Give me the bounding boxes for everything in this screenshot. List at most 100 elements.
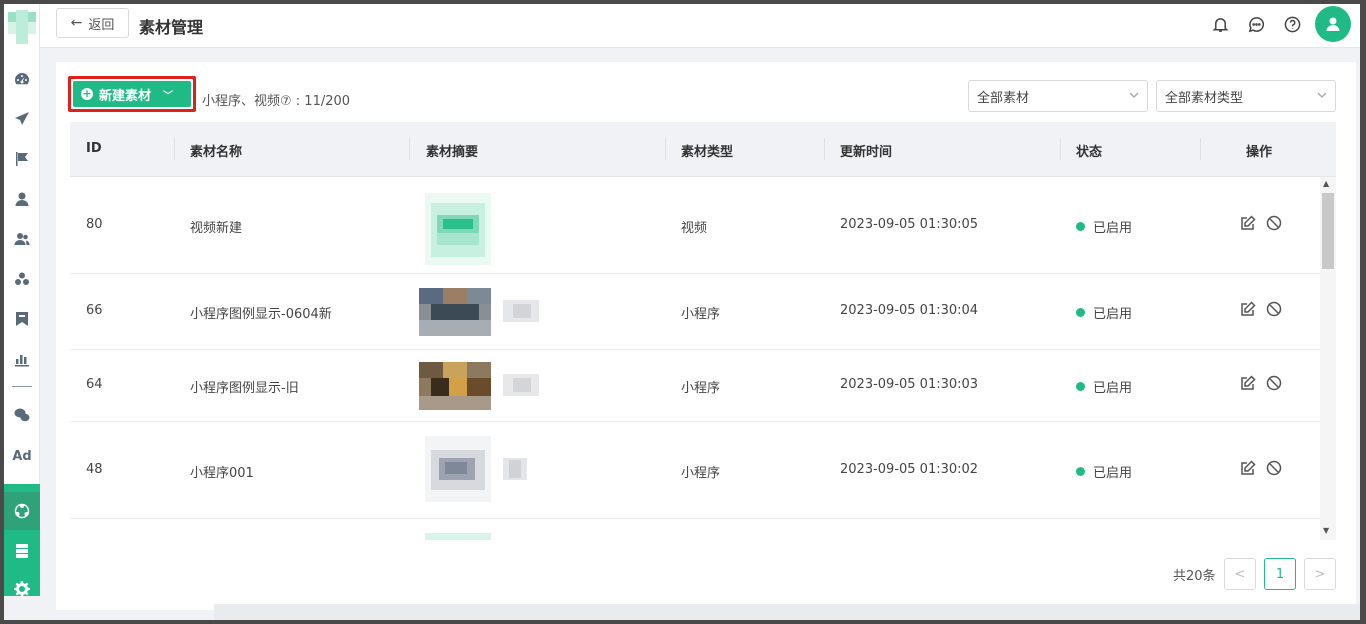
bar-chart-icon[interactable] <box>4 347 40 371</box>
edit-icon[interactable] <box>1240 215 1256 235</box>
flag-icon[interactable] <box>4 147 40 171</box>
cell-updated: 2023-09-05 01:30:05 <box>840 217 979 232</box>
status-dot <box>1076 467 1085 476</box>
next-page-button[interactable]: > <box>1304 558 1336 590</box>
column-header-actions: 操作 <box>1246 145 1273 160</box>
cell-id: 48 <box>86 462 103 477</box>
send-icon[interactable] <box>4 107 40 131</box>
arrow-left-icon: ← <box>70 15 83 31</box>
server-icon[interactable] <box>4 540 40 562</box>
top-header: ← 返回 素材管理 <box>40 4 1360 48</box>
scroll-up-icon[interactable]: ▲ <box>1323 179 1329 188</box>
status-badge: 已启用 <box>1076 462 1132 481</box>
table-row: 80 视频新建 视频 2023-09-05 01:30:05 已启用 <box>70 177 1320 274</box>
prev-page-button[interactable]: < <box>1224 558 1256 590</box>
table-header: ID 素材名称 素材摘要 素材类型 更新时间 状态 操作 <box>70 122 1336 177</box>
pagination-total: 共20条 <box>1173 569 1216 584</box>
cell-updated: 2023-09-05 01:30:03 <box>840 377 979 392</box>
status-label: 已启用 <box>1093 307 1133 322</box>
content-card: + 新建素材 ﹀ 小程序、视频⑦ : 11/200 全部素材 全部素材类型 ID… <box>56 62 1356 610</box>
status-badge: 已启用 <box>1076 217 1132 236</box>
page-title: 素材管理 <box>139 18 204 37</box>
bottom-strip <box>214 604 1360 620</box>
video-thumbnail[interactable] <box>425 193 491 265</box>
row-actions <box>1240 301 1282 321</box>
cell-name: 视频新建 <box>190 221 243 236</box>
status-label: 已启用 <box>1093 466 1133 481</box>
materials-table: ID 素材名称 素材摘要 素材类型 更新时间 状态 操作 80 视频新建 视频 … <box>70 122 1336 540</box>
share-circle-icon[interactable] <box>4 492 40 530</box>
ad-icon[interactable]: Ad <box>4 444 40 468</box>
group-icon[interactable] <box>4 267 40 291</box>
row-actions <box>1240 215 1282 235</box>
miniprogram-thumbnail[interactable] <box>425 436 543 502</box>
page-button-current[interactable]: 1 <box>1264 558 1296 590</box>
status-badge: 已启用 <box>1076 377 1132 396</box>
column-header-name[interactable]: 素材名称 <box>190 141 242 160</box>
table-row: 48 小程序001 小程序 2023-09-05 01:30:02 已启用 <box>70 422 1320 519</box>
cell-id: 66 <box>86 303 103 318</box>
new-material-button[interactable]: + 新建素材 ﹀ <box>73 81 191 107</box>
scroll-down-icon[interactable]: ▼ <box>1323 526 1329 535</box>
edit-icon[interactable] <box>1240 301 1256 321</box>
edit-icon[interactable] <box>1240 375 1256 395</box>
material-filter-select[interactable]: 全部素材 <box>968 80 1148 112</box>
disable-icon[interactable] <box>1266 301 1282 321</box>
column-header-type[interactable]: 素材类型 <box>681 141 733 160</box>
video-thumbnail[interactable] <box>425 533 491 540</box>
cell-id: 80 <box>86 217 103 232</box>
app-logo <box>4 4 40 48</box>
plus-circle-icon: + <box>81 87 93 100</box>
sidebar-bottom-group <box>4 484 40 597</box>
cell-type: 视频 <box>681 221 708 236</box>
user-avatar[interactable] <box>1315 6 1351 42</box>
edit-icon[interactable] <box>1240 460 1256 480</box>
users-icon[interactable] <box>4 227 40 251</box>
status-badge: 已启用 <box>1076 303 1132 322</box>
cell-name: 小程序图例显示-0604新 <box>190 307 332 322</box>
type-filter-select[interactable]: 全部素材类型 <box>1156 80 1336 112</box>
status-dot <box>1076 308 1085 317</box>
bell-icon[interactable] <box>1211 15 1229 33</box>
user-icon[interactable] <box>4 187 40 211</box>
miniprogram-thumbnail[interactable] <box>419 282 551 342</box>
chevron-down-icon <box>1317 89 1327 99</box>
status-label: 已启用 <box>1093 221 1133 236</box>
disable-icon[interactable] <box>1266 215 1282 235</box>
cell-id: 64 <box>86 377 103 392</box>
row-actions <box>1240 375 1282 395</box>
column-header-id[interactable]: ID <box>86 141 102 156</box>
column-header-status[interactable]: 状态 <box>1076 141 1102 160</box>
cell-updated: 2023-09-05 01:30:04 <box>840 303 979 318</box>
dashboard-icon[interactable] <box>4 67 40 91</box>
status-label: 已启用 <box>1093 381 1133 396</box>
app-window: Ad ← 返回 素材管理 + 新建素材 ﹀ 小程序、视频⑦: 11/200 全… <box>4 4 1360 620</box>
status-dot <box>1076 222 1085 231</box>
cell-name: 小程序001 <box>190 466 254 481</box>
type-filter-value: 全部素材类型 <box>1165 90 1244 106</box>
row-actions <box>1240 460 1282 480</box>
sidebar-divider <box>12 386 32 387</box>
column-header-summary[interactable]: 素材摘要 <box>426 141 478 160</box>
chat-icon[interactable] <box>1247 15 1265 33</box>
miniprogram-thumbnail[interactable] <box>419 356 551 416</box>
scroll-thumb[interactable] <box>1322 193 1334 269</box>
new-material-highlight: + 新建素材 ﹀ <box>68 76 196 112</box>
disable-icon[interactable] <box>1266 375 1282 395</box>
back-button-label: 返回 <box>88 17 115 33</box>
back-button[interactable]: ← 返回 <box>56 8 129 38</box>
column-header-updated[interactable]: 更新时间 <box>840 141 892 160</box>
help-icon[interactable] <box>1283 15 1301 33</box>
bookmark-icon[interactable] <box>4 307 40 331</box>
chevron-down-icon: ﹀ <box>163 90 174 102</box>
cell-name: 小程序图例显示-旧 <box>190 381 299 396</box>
gear-icon[interactable] <box>4 578 40 600</box>
cell-type: 小程序 <box>681 307 721 322</box>
quota-text: 小程序、视频⑦ : 11/200 <box>202 94 351 109</box>
cell-type: 小程序 <box>681 381 721 396</box>
table-row: 66 小程序图例显示-0604新 小程序 2023-09-05 01:30:04… <box>70 274 1320 350</box>
wechat-icon[interactable] <box>4 403 40 427</box>
disable-icon[interactable] <box>1266 460 1282 480</box>
table-row: 64 小程序图例显示-旧 小程序 2023-09-05 01:30:03 已启用 <box>70 350 1320 422</box>
table-scrollbar[interactable]: ▲ ▼ <box>1320 177 1336 540</box>
